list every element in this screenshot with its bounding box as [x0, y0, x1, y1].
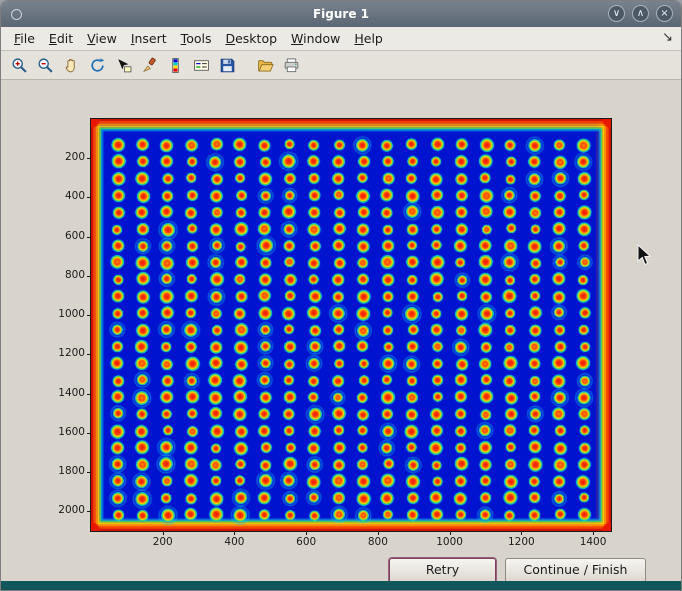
x-tick-mark [521, 531, 522, 535]
menu-help[interactable]: Help [347, 29, 390, 48]
rotate-3d-icon[interactable] [85, 53, 109, 77]
x-tick-label: 800 [368, 536, 388, 548]
y-tick-mark [87, 511, 91, 512]
y-tick-mark [87, 197, 91, 198]
continue-finish-button[interactable]: Continue / Finish [505, 558, 646, 583]
y-tick-mark [87, 315, 91, 316]
colorbar-icon[interactable] [163, 53, 187, 77]
y-tick-label: 800 [43, 269, 85, 281]
x-tick-label: 1400 [580, 536, 607, 548]
x-tick-mark [234, 531, 235, 535]
y-tick-mark [87, 472, 91, 473]
dock-figure-arrow-icon[interactable]: ↘ [662, 30, 673, 45]
data-cursor-icon[interactable] [111, 53, 135, 77]
retry-button[interactable]: Retry [389, 558, 496, 583]
menu-window[interactable]: Window [284, 29, 347, 48]
y-tick-mark [87, 354, 91, 355]
y-tick-mark [87, 394, 91, 395]
y-tick-mark [87, 158, 91, 159]
y-tick-label: 200 [43, 151, 85, 163]
plot-image[interactable] [91, 119, 611, 531]
y-tick-label: 600 [43, 230, 85, 242]
x-tick-label: 1200 [508, 536, 535, 548]
title-bar[interactable]: Figure 1 ∨ ∧ × [1, 1, 681, 27]
menu-edit[interactable]: Edit [42, 29, 80, 48]
open-folder-icon[interactable] [253, 53, 277, 77]
figure-toolbar [1, 51, 681, 80]
x-tick-mark [306, 531, 307, 535]
legend-icon[interactable] [189, 53, 213, 77]
x-tick-mark [450, 531, 451, 535]
bottom-strip [1, 581, 681, 590]
x-tick-mark [593, 531, 594, 535]
menu-desktop[interactable]: Desktop [218, 29, 284, 48]
y-tick-label: 1000 [43, 308, 85, 320]
print-icon[interactable] [279, 53, 303, 77]
y-tick-label: 1200 [43, 347, 85, 359]
y-tick-label: 2000 [43, 504, 85, 516]
x-tick-label: 1000 [436, 536, 463, 548]
x-tick-label: 400 [224, 536, 244, 548]
menu-view[interactable]: View [80, 29, 124, 48]
pan-icon[interactable] [59, 53, 83, 77]
y-tick-label: 400 [43, 190, 85, 202]
window-controls: ∨ ∧ × [608, 5, 673, 22]
window-title: Figure 1 [1, 7, 681, 21]
brush-icon[interactable] [137, 53, 161, 77]
close-button[interactable]: × [656, 5, 673, 22]
save-icon[interactable] [215, 53, 239, 77]
menu-insert[interactable]: Insert [124, 29, 174, 48]
y-tick-label: 1600 [43, 426, 85, 438]
y-tick-mark [87, 276, 91, 277]
y-tick-label: 1800 [43, 465, 85, 477]
x-tick-label: 600 [296, 536, 316, 548]
y-tick-label: 1400 [43, 387, 85, 399]
x-tick-label: 200 [153, 536, 173, 548]
window-icon [11, 9, 22, 20]
menu-tools[interactable]: Tools [174, 29, 219, 48]
mouse-cursor [637, 244, 652, 266]
zoom-in-icon[interactable] [7, 53, 31, 77]
plot-axes: 2004006008001000120014002004006008001000… [91, 119, 611, 531]
shade-button[interactable]: ∨ [608, 5, 625, 22]
x-tick-mark [378, 531, 379, 535]
menu-file[interactable]: File [7, 29, 42, 48]
figure-window: Figure 1 ∨ ∧ × FileEditViewInsertToolsDesk… [0, 0, 682, 591]
menu-bar: FileEditViewInsertToolsDesktopWindowHelp [1, 27, 681, 51]
y-tick-mark [87, 237, 91, 238]
x-tick-mark [163, 531, 164, 535]
y-tick-mark [87, 433, 91, 434]
maximize-button[interactable]: ∧ [632, 5, 649, 22]
zoom-out-icon[interactable] [33, 53, 57, 77]
